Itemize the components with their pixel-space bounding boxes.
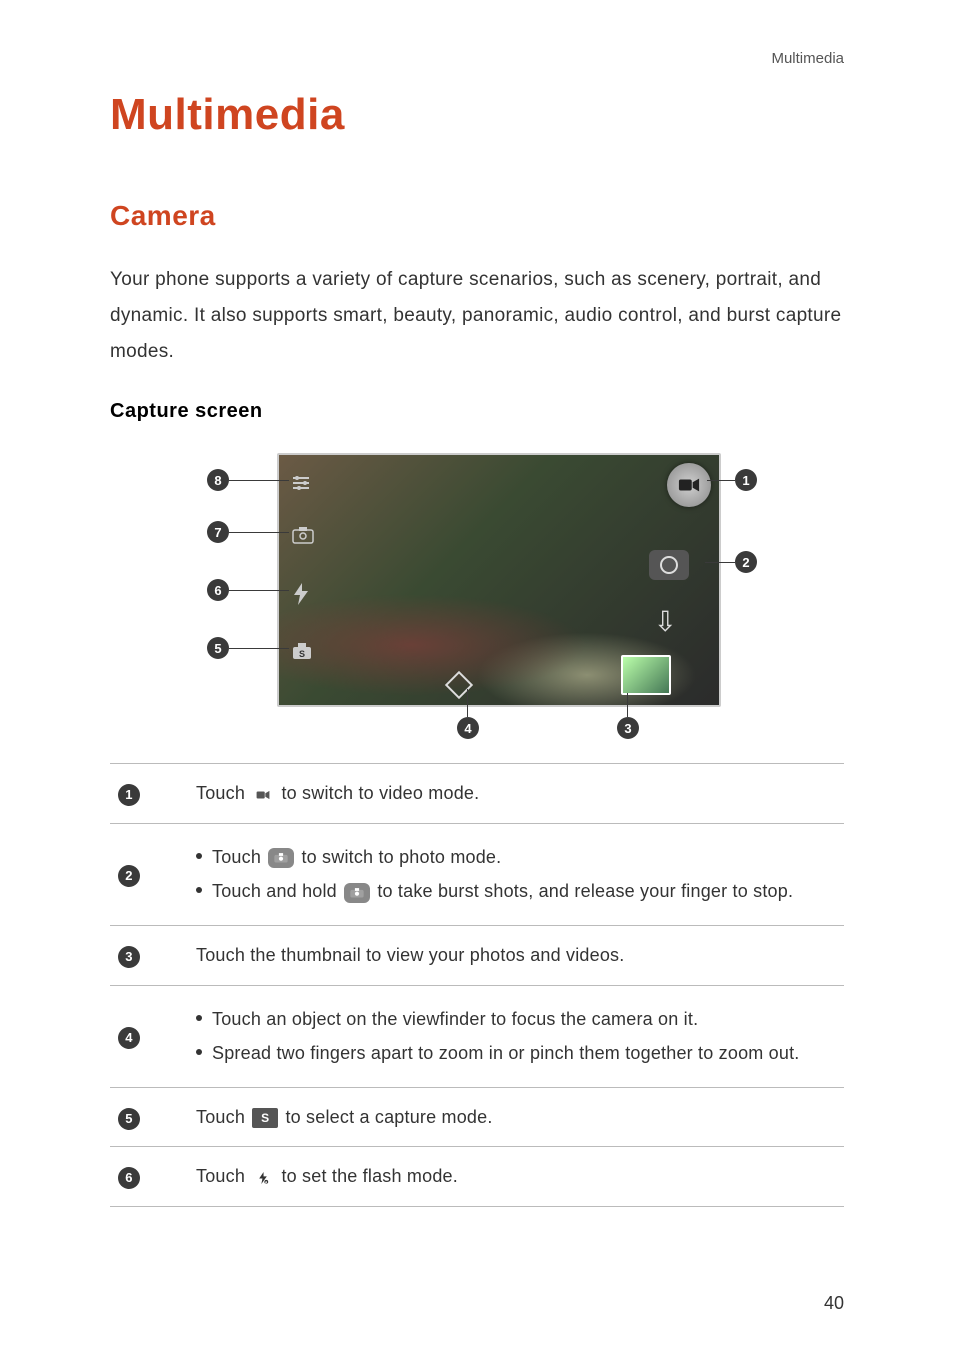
row-desc-4: Touch an object on the viewfinder to foc… [186,985,844,1087]
bullet-icon [196,1015,202,1021]
text: Touch [196,783,250,803]
camera-screenshot: ⇩ S [277,453,721,707]
text: to switch to video mode. [281,783,479,803]
text: to switch to photo mode. [301,847,501,867]
table-row: 4 Touch an object on the viewfinder to f… [110,985,844,1087]
video-mode-button [667,463,711,507]
section-title: Camera [110,200,844,232]
switch-camera-icon [291,525,315,550]
row-num-5: 5 [118,1108,140,1130]
capture-mode-icon: S [291,641,313,666]
table-row: 1 Touch to switch to video mode. [110,764,844,824]
subsection-title: Capture screen [110,400,844,423]
bullet-icon [196,1049,202,1055]
leader-4 [467,689,468,717]
intro-paragraph: Your phone supports a variety of capture… [110,262,844,370]
callout-4: 4 [457,717,479,739]
leader-1 [707,480,735,481]
page-title: Multimedia [110,90,844,140]
page-number: 40 [824,1293,844,1314]
leader-6 [229,590,289,591]
leader-2 [705,562,735,563]
text: Touch [196,1166,250,1186]
text: to take burst shots, and release your fi… [377,881,793,901]
row-desc-1: Touch to switch to video mode. [186,764,844,824]
page: Multimedia Multimedia Camera Your phone … [0,0,954,1352]
callout-7: 7 [207,521,229,543]
capture-screen-figure: ⇩ S 8 7 6 [197,453,757,743]
row-desc-6: Touch A to set the flash mode. [186,1147,844,1207]
reference-table: 1 Touch to switch to video mode. 2 Touch [110,763,844,1207]
leader-3 [627,693,628,717]
leader-5 [229,648,289,649]
table-row: 3 Touch the thumbnail to view your photo… [110,926,844,986]
bullet-icon [196,887,202,893]
callout-5: 5 [207,637,229,659]
text: Touch and hold [212,881,342,901]
leader-7 [229,532,289,533]
callout-2: 2 [735,551,757,573]
callout-1: 1 [735,469,757,491]
table-row: 2 Touch to switch to photo mode. [110,823,844,925]
row-desc-5: Touch S to select a capture mode. [186,1087,844,1147]
text: to select a capture mode. [285,1107,492,1127]
text: Touch to switch to photo mode. [212,842,501,873]
text: Spread two fingers apart to zoom in or p… [212,1038,800,1069]
photo-mode-icon [344,883,370,903]
flash-mode-icon: A [252,1168,274,1188]
row-desc-2: Touch to switch to photo mode. Touch and… [186,823,844,925]
callout-8: 8 [207,469,229,491]
photo-mode-icon [268,848,294,868]
text: Touch and hold to take burst shots, and … [212,876,793,907]
row-num-6: 6 [118,1167,140,1189]
table-row: 5 Touch S to select a capture mode. [110,1087,844,1147]
settings-icon [291,473,311,498]
row-num-4: 4 [118,1027,140,1049]
leader-8 [229,480,289,481]
row-desc-3: Touch the thumbnail to view your photos … [186,926,844,986]
drag-focus-arrow-icon: ⇩ [654,605,677,638]
video-mode-icon [252,786,274,804]
capture-mode-icon: S [252,1108,278,1128]
row-num-1: 1 [118,784,140,806]
table-row: 6 Touch A to set the flash mode. [110,1147,844,1207]
focus-point-icon [445,671,473,699]
bullet-icon [196,853,202,859]
row-num-3: 3 [118,946,140,968]
gallery-thumbnail [621,655,671,695]
figure-wrapper: ⇩ S 8 7 6 [110,453,844,743]
callout-6: 6 [207,579,229,601]
running-header: Multimedia [771,50,844,67]
text: Touch [212,847,266,867]
callout-3: 3 [617,717,639,739]
flash-mode-icon [291,583,311,610]
row-num-2: 2 [118,865,140,887]
svg-text:S: S [299,649,305,659]
text: Touch [196,1107,250,1127]
text: to set the flash mode. [281,1166,458,1186]
shutter-button [649,550,689,580]
text: Touch an object on the viewfinder to foc… [212,1004,698,1035]
